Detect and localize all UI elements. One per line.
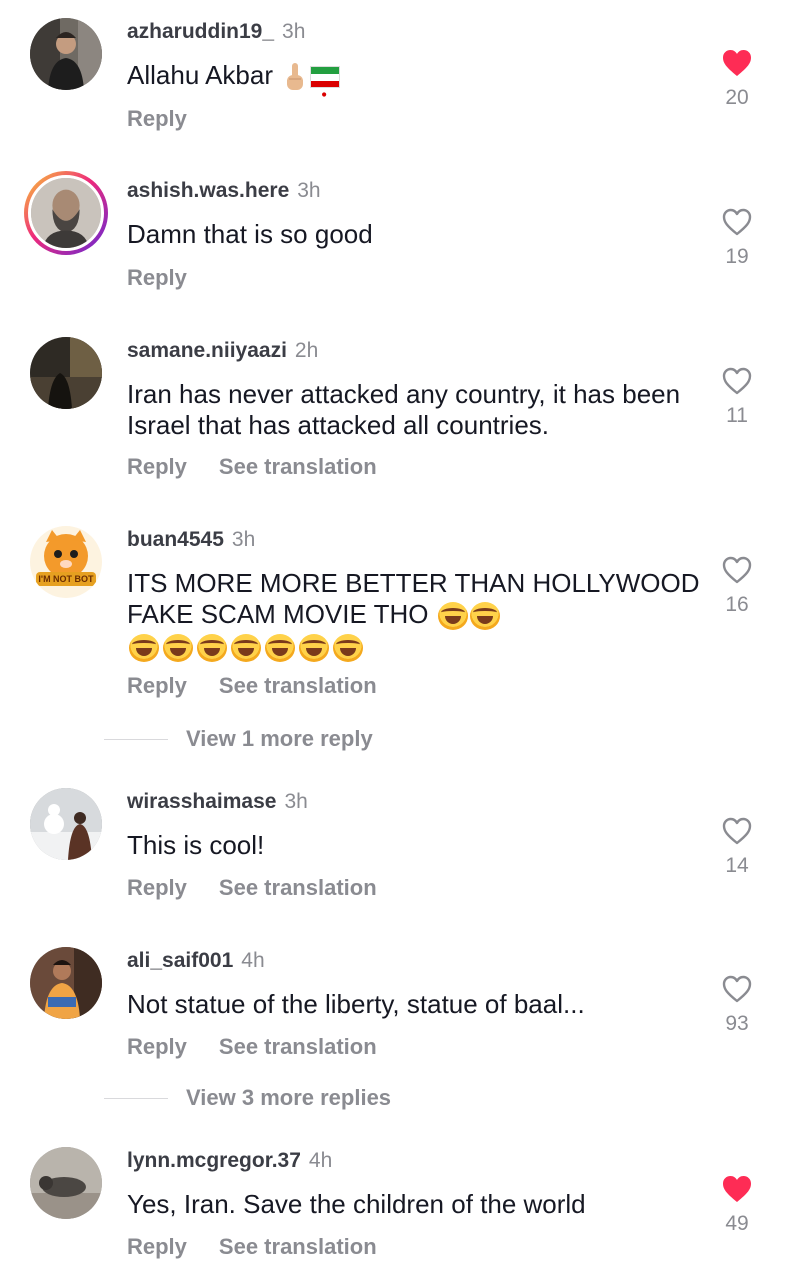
like-count: 11: [726, 404, 748, 427]
comment-text: ITS MORE MORE BETTER THAN HOLLYWOOD FAKE…: [127, 568, 702, 663]
reply-button[interactable]: Reply: [127, 106, 187, 132]
laughing-emoji-icon: [333, 634, 363, 663]
laughing-emoji-icon: [299, 634, 329, 663]
like-button[interactable]: 20: [715, 48, 759, 110]
see-translation-button[interactable]: See translation: [219, 1234, 377, 1260]
comment-meta: azharuddin19_ 3h: [127, 20, 305, 44]
timestamp: 3h: [284, 790, 308, 813]
reply-button[interactable]: Reply: [127, 875, 187, 901]
laughing-emoji-icon: [163, 634, 193, 663]
comment-text: This is cool!: [127, 830, 265, 860]
avatar[interactable]: [30, 337, 102, 409]
like-count: 49: [725, 1212, 749, 1235]
like-button[interactable]: 14: [715, 816, 759, 878]
heart-outline-icon[interactable]: [721, 555, 753, 585]
see-translation-button[interactable]: See translation: [219, 673, 377, 699]
avatar-badge: I'M NOT BOT: [38, 574, 94, 584]
like-button[interactable]: 93: [715, 974, 759, 1036]
view-more-replies[interactable]: View 3 more replies: [104, 1085, 391, 1111]
timestamp: 4h: [241, 949, 265, 972]
laughing-emoji-icon: [265, 634, 295, 663]
comment-text: Iran has never attacked any country, it …: [127, 379, 681, 440]
laughing-emoji-icon: [231, 634, 261, 663]
comment-text: Yes, Iran. Save the children of the worl…: [127, 1189, 586, 1219]
laughing-emoji-icon: [197, 634, 227, 663]
avatar[interactable]: I'M NOT BOT: [30, 526, 102, 598]
reply-button[interactable]: Reply: [127, 454, 187, 480]
comment-text-content: Allahu Akbar: [127, 60, 273, 90]
username[interactable]: samane.niiyaazi: [127, 339, 287, 363]
like-button[interactable]: 16: [715, 555, 759, 617]
see-translation-button[interactable]: See translation: [219, 1034, 377, 1060]
username[interactable]: ashish.was.here: [127, 179, 289, 203]
like-count: 16: [725, 593, 749, 616]
avatar[interactable]: [30, 1147, 102, 1219]
comment-actions: Reply See translation: [127, 673, 377, 699]
heart-outline-icon[interactable]: [721, 816, 753, 846]
comment-text-content: ITS MORE MORE BETTER THAN HOLLYWOOD FAKE…: [127, 568, 700, 629]
see-translation-button[interactable]: See translation: [219, 454, 377, 480]
comment-text: Not statue of the liberty, statue of baa…: [127, 989, 585, 1019]
like-count: 20: [725, 86, 749, 109]
like-button[interactable]: 11: [715, 366, 759, 428]
laughing-emoji-icon: [129, 634, 159, 663]
username[interactable]: lynn.mcgregor.37: [127, 1149, 301, 1173]
divider-line: [104, 1097, 168, 1099]
reply-button[interactable]: Reply: [127, 673, 187, 699]
comment-actions: Reply See translation: [127, 1034, 377, 1060]
comment-actions: Reply: [127, 265, 187, 291]
view-more-replies-button[interactable]: View 3 more replies: [186, 1085, 391, 1111]
laughing-emoji-icon: [437, 602, 468, 631]
comment-meta: lynn.mcgregor.37 4h: [127, 1149, 332, 1173]
username[interactable]: buan4545: [127, 528, 224, 552]
heart-outline-icon[interactable]: [721, 974, 753, 1004]
reply-button[interactable]: Reply: [127, 265, 187, 291]
like-count: 19: [725, 245, 749, 268]
divider-line: [104, 738, 168, 740]
timestamp: 3h: [231, 528, 256, 551]
see-translation-button[interactable]: See translation: [219, 875, 377, 901]
comment-actions: Reply See translation: [127, 454, 377, 480]
comment-text: Allahu Akbar: [127, 60, 687, 97]
username[interactable]: azharuddin19_: [127, 20, 274, 44]
emoji-group: [284, 62, 341, 97]
comment-meta: samane.niiyaazi 2h: [127, 339, 318, 363]
comment-meta: buan4545 3h: [127, 528, 255, 552]
reply-button[interactable]: Reply: [127, 1034, 187, 1060]
comment-text: Damn that is so good: [127, 219, 373, 249]
like-count: 93: [725, 1012, 749, 1035]
like-button[interactable]: 49: [715, 1174, 759, 1236]
heart-outline-icon[interactable]: [721, 207, 753, 237]
heart-icon[interactable]: [721, 1174, 753, 1204]
emoji-row: [127, 634, 363, 663]
view-more-replies[interactable]: View 1 more reply: [104, 726, 373, 752]
username[interactable]: wirasshaimase: [127, 790, 276, 814]
like-button[interactable]: 19: [715, 207, 759, 269]
timestamp: 2h: [294, 339, 319, 362]
reply-button[interactable]: Reply: [127, 1234, 187, 1260]
laughing-emoji-icon: [469, 602, 500, 631]
comment-meta: ashish.was.here 3h: [127, 179, 321, 203]
timestamp: 4h: [308, 1149, 333, 1172]
timestamp: 3h: [282, 20, 306, 43]
timestamp: 3h: [297, 179, 321, 202]
like-count: 14: [725, 854, 749, 877]
comment-meta: ali_saif001 4h: [127, 949, 265, 973]
avatar[interactable]: [24, 171, 108, 255]
avatar[interactable]: [30, 788, 102, 860]
avatar[interactable]: [30, 947, 102, 1019]
username[interactable]: ali_saif001: [127, 949, 233, 973]
comment-meta: wirasshaimase 3h: [127, 790, 308, 814]
heart-icon[interactable]: [721, 48, 753, 78]
iran-flag-icon: [310, 66, 341, 97]
avatar[interactable]: [30, 18, 102, 90]
comment-actions: Reply: [127, 106, 187, 132]
heart-outline-icon[interactable]: [721, 366, 753, 396]
comment-actions: Reply See translation: [127, 1234, 377, 1260]
view-more-replies-button[interactable]: View 1 more reply: [186, 726, 373, 752]
pointing-up-emoji-icon: [284, 62, 306, 92]
comment-actions: Reply See translation: [127, 875, 377, 901]
